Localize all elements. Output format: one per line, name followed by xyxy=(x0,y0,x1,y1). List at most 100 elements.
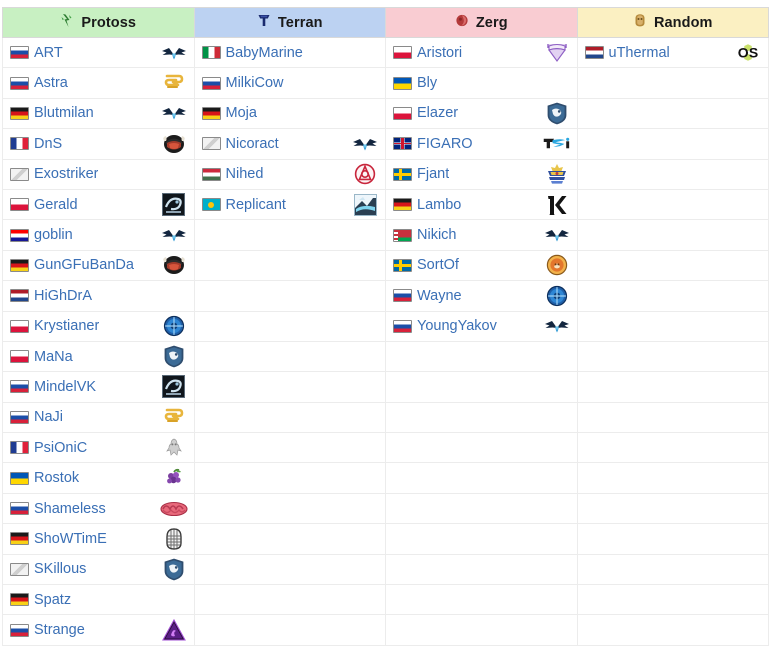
player-cell-empty xyxy=(385,340,578,373)
team-logo-viking[interactable] xyxy=(160,131,188,157)
player-name-link[interactable]: Elazer xyxy=(417,105,458,121)
team-logo-brain[interactable] xyxy=(159,496,188,522)
player-name-link[interactable]: HiGhDrA xyxy=(34,288,92,304)
player-name-link[interactable]: Replicant xyxy=(226,197,286,213)
player-name-link[interactable]: MindelVK xyxy=(34,379,96,395)
player-name-link[interactable]: GunGFuBanDa xyxy=(34,257,134,273)
team-logo-gold-crown[interactable] xyxy=(543,161,571,187)
player-name-link[interactable]: SortOf xyxy=(417,257,459,273)
player-name-link[interactable]: Rostok xyxy=(34,470,79,486)
russia-flag xyxy=(393,319,412,333)
player-name-link[interactable]: uThermal xyxy=(609,45,670,61)
team-logo-os[interactable]: OS xyxy=(734,40,762,66)
team-logo-orange-circle[interactable] xyxy=(543,252,571,278)
team-logo-yellow-dragon[interactable] xyxy=(160,404,188,430)
team-logo-black-k[interactable] xyxy=(543,192,571,218)
team-logo-none xyxy=(160,283,188,309)
player-name-link[interactable]: FIGARO xyxy=(417,136,473,152)
player-cell: Nihed xyxy=(193,158,386,190)
player-name-link[interactable]: MilkiCow xyxy=(226,75,284,91)
player-name-link[interactable]: ART xyxy=(34,45,63,61)
player-name-link[interactable]: Nikich xyxy=(417,227,456,243)
player-cell-empty xyxy=(193,523,386,555)
table-row: PsiOniC xyxy=(2,432,769,464)
ukraine-flag xyxy=(10,471,29,485)
team-logo-grey-creature[interactable] xyxy=(160,435,188,461)
team-logo-none xyxy=(543,70,571,96)
team-logo-liquid[interactable] xyxy=(543,100,571,126)
germany-flag xyxy=(10,258,29,272)
team-logo-alpha-x[interactable] xyxy=(543,222,571,248)
column-header-terran[interactable]: Terran xyxy=(193,7,386,38)
team-logo-blue-orb[interactable] xyxy=(543,283,571,309)
player-cell-empty xyxy=(576,310,769,342)
player-name-link[interactable]: goblin xyxy=(34,227,73,243)
player-name-link[interactable]: Exostriker xyxy=(34,166,98,182)
player-name-link[interactable]: Shameless xyxy=(34,501,106,517)
team-logo-viking[interactable] xyxy=(160,252,188,278)
player-name-link[interactable]: Krystianer xyxy=(34,318,99,334)
team-logo-alpha-x[interactable] xyxy=(543,313,571,339)
hungary-flag xyxy=(201,167,221,181)
player-name-link[interactable]: Blutmilan xyxy=(34,105,94,121)
team-logo-dark-square[interactable] xyxy=(160,374,188,400)
player-name-link[interactable]: Spatz xyxy=(34,592,71,608)
team-logo-blue-orb[interactable] xyxy=(160,313,188,339)
team-logo-purple-shield[interactable] xyxy=(543,40,571,66)
player-name-link[interactable]: YoungYakov xyxy=(417,318,497,334)
team-logo-alpha-x[interactable] xyxy=(160,40,188,66)
player-name-link[interactable]: DnS xyxy=(34,136,62,152)
player-name-link[interactable]: Strange xyxy=(34,622,85,638)
team-logo-liquid[interactable] xyxy=(160,556,188,582)
player-cell: goblin xyxy=(2,219,195,251)
team-logo-purple-triangle[interactable] xyxy=(160,617,188,643)
column-header-random[interactable]: Random xyxy=(576,7,769,38)
team-logo-dark-square[interactable] xyxy=(160,192,188,218)
team-logo-alpha-x[interactable] xyxy=(160,222,188,248)
player-name-link[interactable]: Nicoract xyxy=(226,136,279,152)
player-name-link[interactable]: Aristori xyxy=(417,45,462,61)
team-logo-tsi[interactable] xyxy=(543,131,571,157)
player-cell: Wayne xyxy=(385,280,578,312)
player-name-link[interactable]: ShoWTimE xyxy=(34,531,107,547)
player-name-link[interactable]: SKillous xyxy=(34,561,86,577)
team-logo-red-circle[interactable] xyxy=(351,161,379,187)
player-cell: Gerald xyxy=(2,188,195,221)
team-logo-alpha-x[interactable] xyxy=(160,100,188,126)
column-header-protoss[interactable]: Protoss xyxy=(2,7,195,38)
player-cell: Astra xyxy=(2,67,195,99)
team-logo-yellow-dragon[interactable] xyxy=(160,70,188,96)
russia-flag xyxy=(10,502,29,516)
table-row: Exostriker Nihed Fjant xyxy=(2,158,769,190)
russia-flag xyxy=(10,76,29,90)
player-cell-empty xyxy=(576,553,769,586)
player-name-link[interactable]: Bly xyxy=(417,75,437,91)
team-logo-light-square[interactable] xyxy=(351,192,379,218)
team-logo-alpha-x[interactable] xyxy=(351,131,379,157)
player-name-link[interactable]: Gerald xyxy=(34,197,78,213)
column-header-zerg[interactable]: Zerg xyxy=(385,7,578,38)
player-name-link[interactable]: Nihed xyxy=(226,166,264,182)
player-cell-empty xyxy=(576,614,769,646)
player-name-link[interactable]: Lambo xyxy=(417,197,461,213)
player-name-link[interactable]: Astra xyxy=(34,75,68,91)
player-cell: Krystianer xyxy=(2,310,195,342)
player-name-link[interactable]: BabyMarine xyxy=(226,45,303,61)
player-cell: Exostriker xyxy=(2,158,195,190)
player-name-link[interactable]: NaJi xyxy=(34,409,63,425)
player-name-link[interactable]: Fjant xyxy=(417,166,449,182)
player-cell-empty xyxy=(193,614,386,646)
france-flag xyxy=(10,441,29,455)
player-name-link[interactable]: Wayne xyxy=(417,288,462,304)
player-name-link[interactable]: PsiOniC xyxy=(34,440,87,456)
table-row: Astra MilkiCow Bly xyxy=(2,67,769,99)
player-name-link[interactable]: Moja xyxy=(226,105,257,121)
team-logo-helmet[interactable] xyxy=(160,526,188,552)
team-logo-purple-grape[interactable] xyxy=(160,465,188,491)
player-name-link[interactable]: MaNa xyxy=(34,349,73,365)
table-row: SKillous xyxy=(2,553,769,586)
player-cell-empty xyxy=(193,280,386,312)
player-cell-empty xyxy=(576,432,769,464)
team-logo-liquid[interactable] xyxy=(160,344,188,370)
player-cell-empty xyxy=(193,310,386,342)
